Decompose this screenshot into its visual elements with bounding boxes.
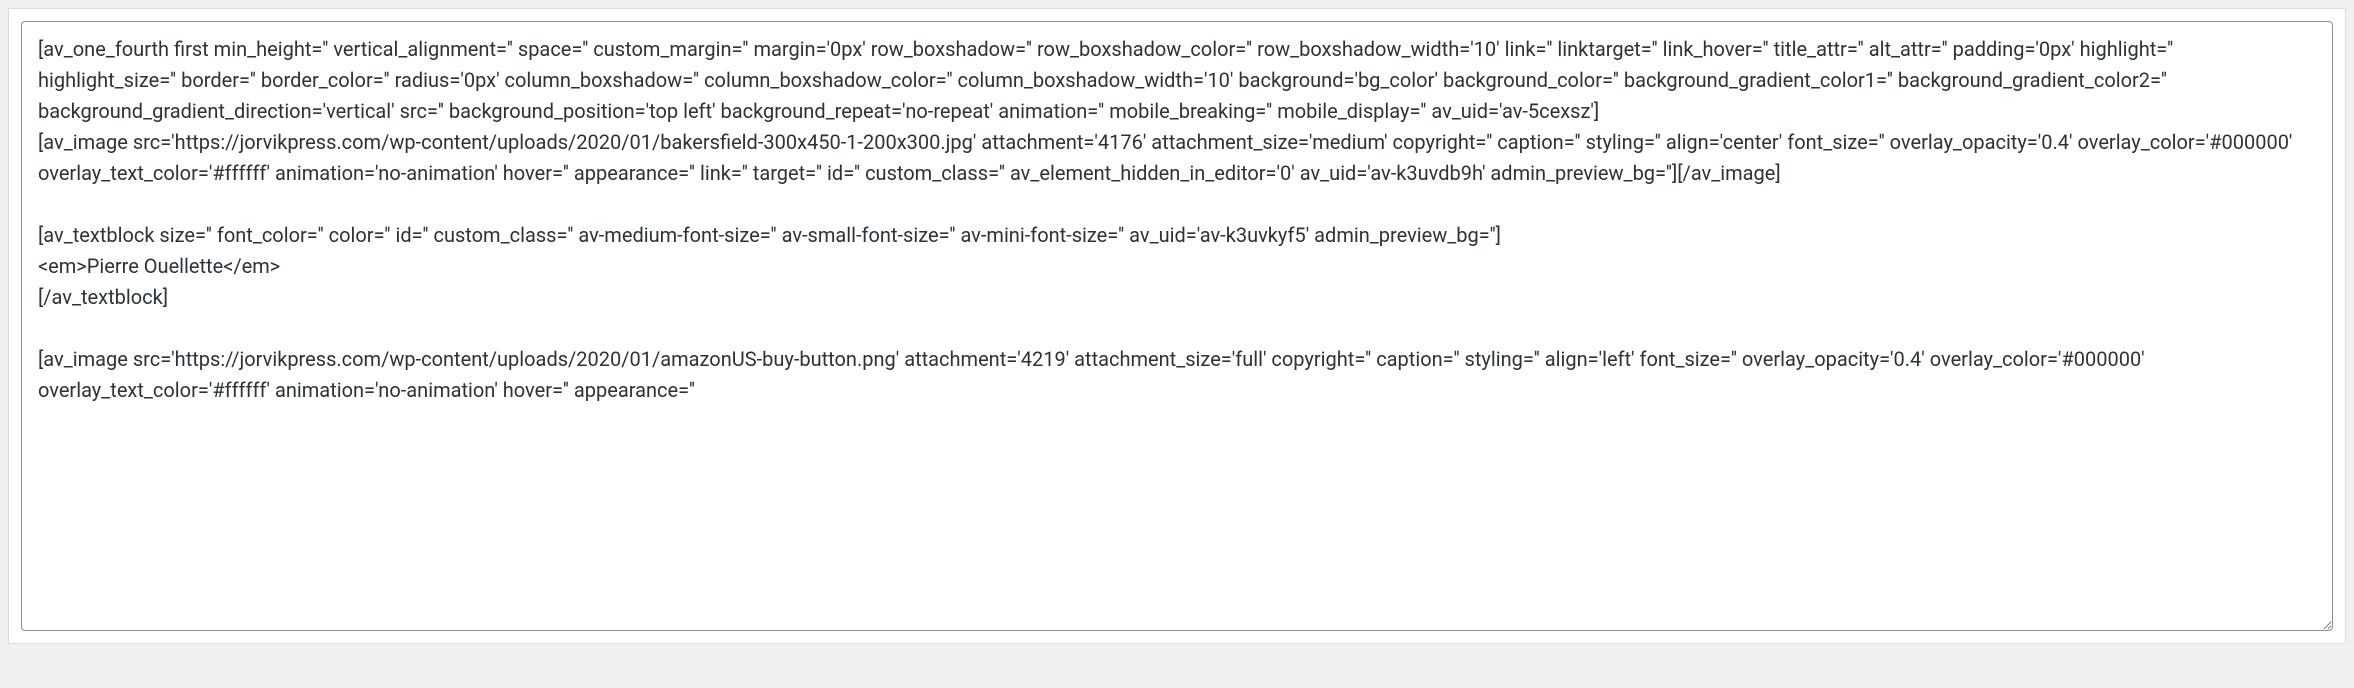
- editor-panel: [8, 8, 2346, 644]
- content-editor[interactable]: [21, 21, 2333, 631]
- textarea-wrapper: [21, 21, 2333, 631]
